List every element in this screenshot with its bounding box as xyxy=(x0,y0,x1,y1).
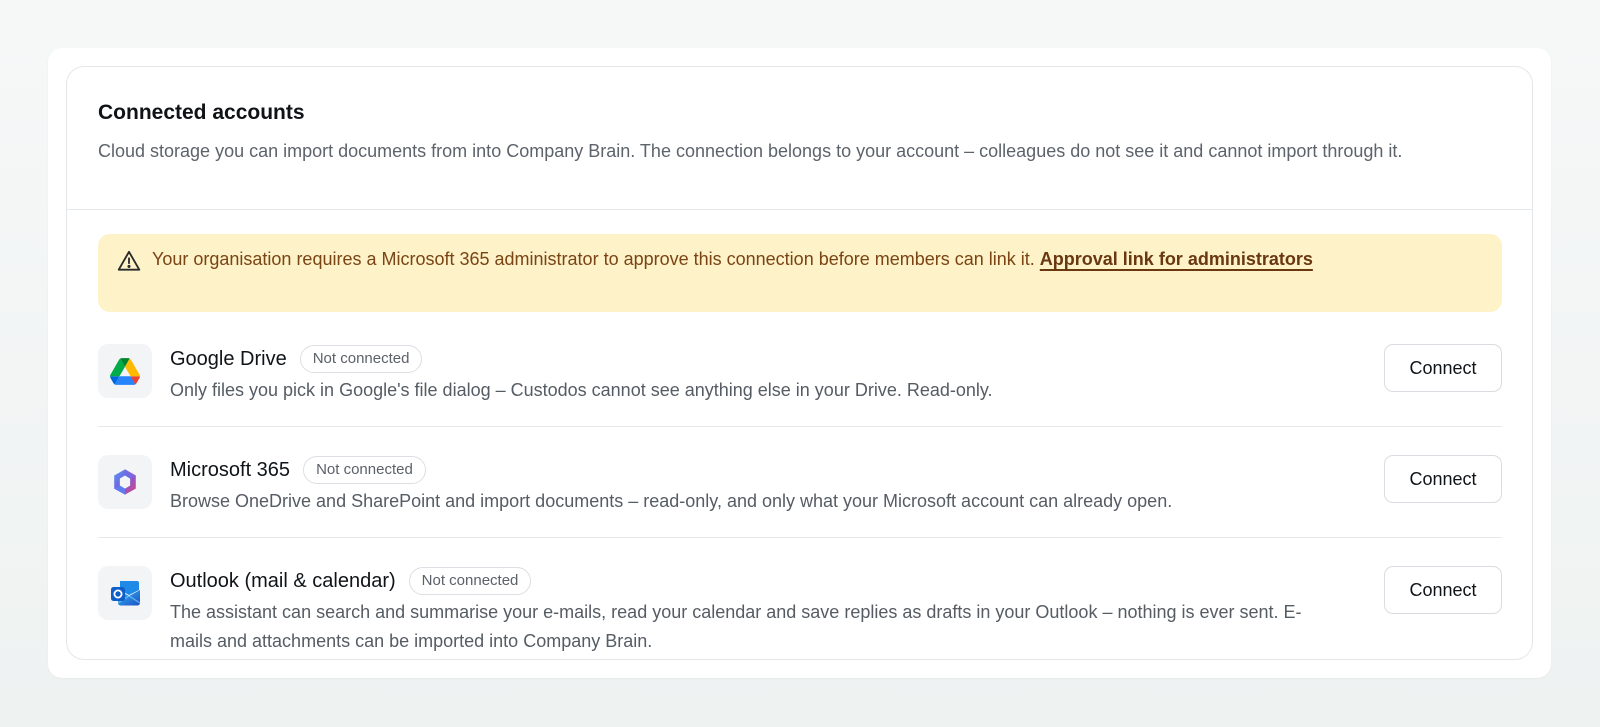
provider-list: Google Drive Not connected Only files yo… xyxy=(98,312,1502,659)
connect-google-drive-button[interactable]: Connect xyxy=(1384,344,1502,392)
provider-info: Google Drive Not connected Only files yo… xyxy=(170,344,1502,405)
approval-link[interactable]: Approval link for administrators xyxy=(1040,249,1313,269)
card-body: Your organisation requires a Microsoft 3… xyxy=(67,210,1532,659)
connected-accounts-card: Connected accounts Cloud storage you can… xyxy=(66,66,1533,660)
provider-heading: Outlook (mail & calendar) Not connected xyxy=(170,566,1502,596)
outlook-icon xyxy=(98,566,152,620)
section-title: Connected accounts xyxy=(98,101,305,124)
alert-text: Your organisation requires a Microsoft 3… xyxy=(152,249,1040,269)
provider-row-microsoft-365: Microsoft 365 Not connected Browse OneDr… xyxy=(98,427,1502,538)
alert-message: Your organisation requires a Microsoft 3… xyxy=(152,245,1313,273)
provider-name: Outlook (mail & calendar) xyxy=(170,569,396,592)
provider-info: Outlook (mail & calendar) Not connected … xyxy=(170,566,1502,656)
provider-heading: Google Drive Not connected xyxy=(170,344,1502,374)
provider-name: Microsoft 365 xyxy=(170,458,291,481)
status-badge: Not connected xyxy=(408,567,532,595)
warning-triangle-icon xyxy=(116,248,142,274)
provider-name: Google Drive xyxy=(170,347,287,370)
google-drive-icon xyxy=(98,344,152,398)
provider-row-google-drive: Google Drive Not connected Only files yo… xyxy=(98,312,1502,427)
settings-panel: Connected accounts Cloud storage you can… xyxy=(48,48,1551,678)
section-description: Cloud storage you can import documents f… xyxy=(98,141,1403,161)
admin-approval-alert: Your organisation requires a Microsoft 3… xyxy=(98,234,1502,312)
provider-row-outlook: Outlook (mail & calendar) Not connected … xyxy=(98,538,1502,659)
status-badge: Not connected xyxy=(299,345,423,373)
connect-microsoft-365-button[interactable]: Connect xyxy=(1384,455,1502,503)
status-badge: Not connected xyxy=(303,456,426,484)
provider-description: Only files you pick in Google's file dia… xyxy=(170,380,993,400)
card-header: Connected accounts Cloud storage you can… xyxy=(67,67,1532,210)
microsoft-365-icon xyxy=(98,455,152,509)
provider-description: The assistant can search and summarise y… xyxy=(170,602,1302,651)
connect-outlook-button[interactable]: Connect xyxy=(1384,566,1502,614)
provider-heading: Microsoft 365 Not connected xyxy=(170,455,1502,485)
provider-description: Browse OneDrive and SharePoint and impor… xyxy=(170,491,1173,511)
provider-info: Microsoft 365 Not connected Browse OneDr… xyxy=(170,455,1502,516)
